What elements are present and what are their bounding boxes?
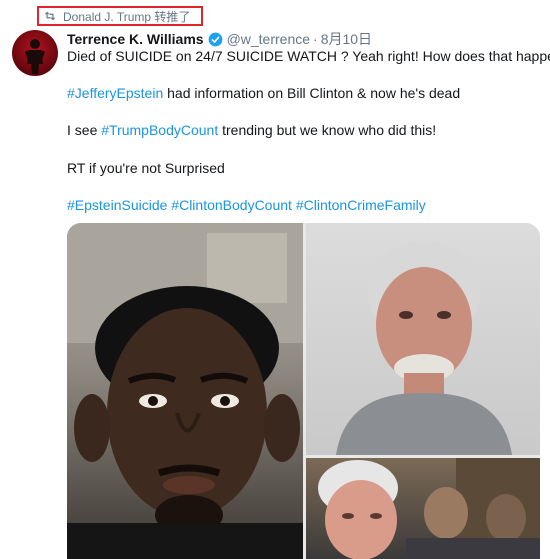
user-handle[interactable]: @w_terrence bbox=[227, 31, 310, 47]
separator: · bbox=[313, 31, 318, 47]
tweet-text-line-2: #JefferyEpstein had information on Bill … bbox=[67, 84, 460, 102]
tweet-text-line-4: RT if you're not Surprised bbox=[67, 160, 225, 176]
avatar-figure bbox=[25, 39, 45, 74]
crowd-photo-graphic bbox=[318, 458, 540, 559]
hashtag-line: #EpsteinSuicide #ClintonBodyCount #Clint… bbox=[67, 196, 426, 214]
tweet-date[interactable]: 8月10日 bbox=[321, 29, 372, 49]
mugshot-graphic bbox=[336, 241, 512, 455]
retweet-label[interactable]: Donald J. Trump 转推了 bbox=[63, 8, 190, 25]
verified-badge-icon bbox=[208, 32, 222, 46]
media-photo-bottom-right[interactable] bbox=[306, 458, 540, 559]
retweet-icon bbox=[44, 11, 56, 21]
media-grid bbox=[67, 223, 540, 559]
retweet-context[interactable]: Donald J. Trump 转推了 bbox=[37, 6, 203, 26]
hashtag-trumpbodycount[interactable]: #TrumpBodyCount bbox=[101, 122, 218, 138]
tweet-header: Terrence K. Williams @w_terrence · 8月10日 bbox=[67, 29, 372, 49]
display-name[interactable]: Terrence K. Williams bbox=[67, 31, 204, 47]
tweet-text-line-3: I see #TrumpBodyCount trending but we kn… bbox=[67, 121, 436, 139]
hashtag-clintoncrimefamily[interactable]: #ClintonCrimeFamily bbox=[296, 197, 426, 213]
hashtag-clintonbodycount[interactable]: #ClintonBodyCount bbox=[171, 197, 292, 213]
media-photo-top-right[interactable] bbox=[306, 223, 540, 455]
line3-prefix: I see bbox=[67, 122, 102, 138]
person-selfie-graphic bbox=[67, 223, 303, 559]
line3-text: trending but we know who did this! bbox=[218, 122, 437, 138]
tweet-text-line-1: Died of SUICIDE on 24/7 SUICIDE WATCH ? … bbox=[67, 48, 550, 64]
line2-text: had information on Bill Clinton & now he… bbox=[163, 85, 461, 101]
hashtag-jefferyepstein[interactable]: #JefferyEpstein bbox=[67, 85, 163, 101]
media-photo-left[interactable] bbox=[67, 223, 303, 559]
avatar[interactable] bbox=[12, 30, 58, 76]
hashtag-epsteinsuicide[interactable]: #EpsteinSuicide bbox=[67, 197, 167, 213]
